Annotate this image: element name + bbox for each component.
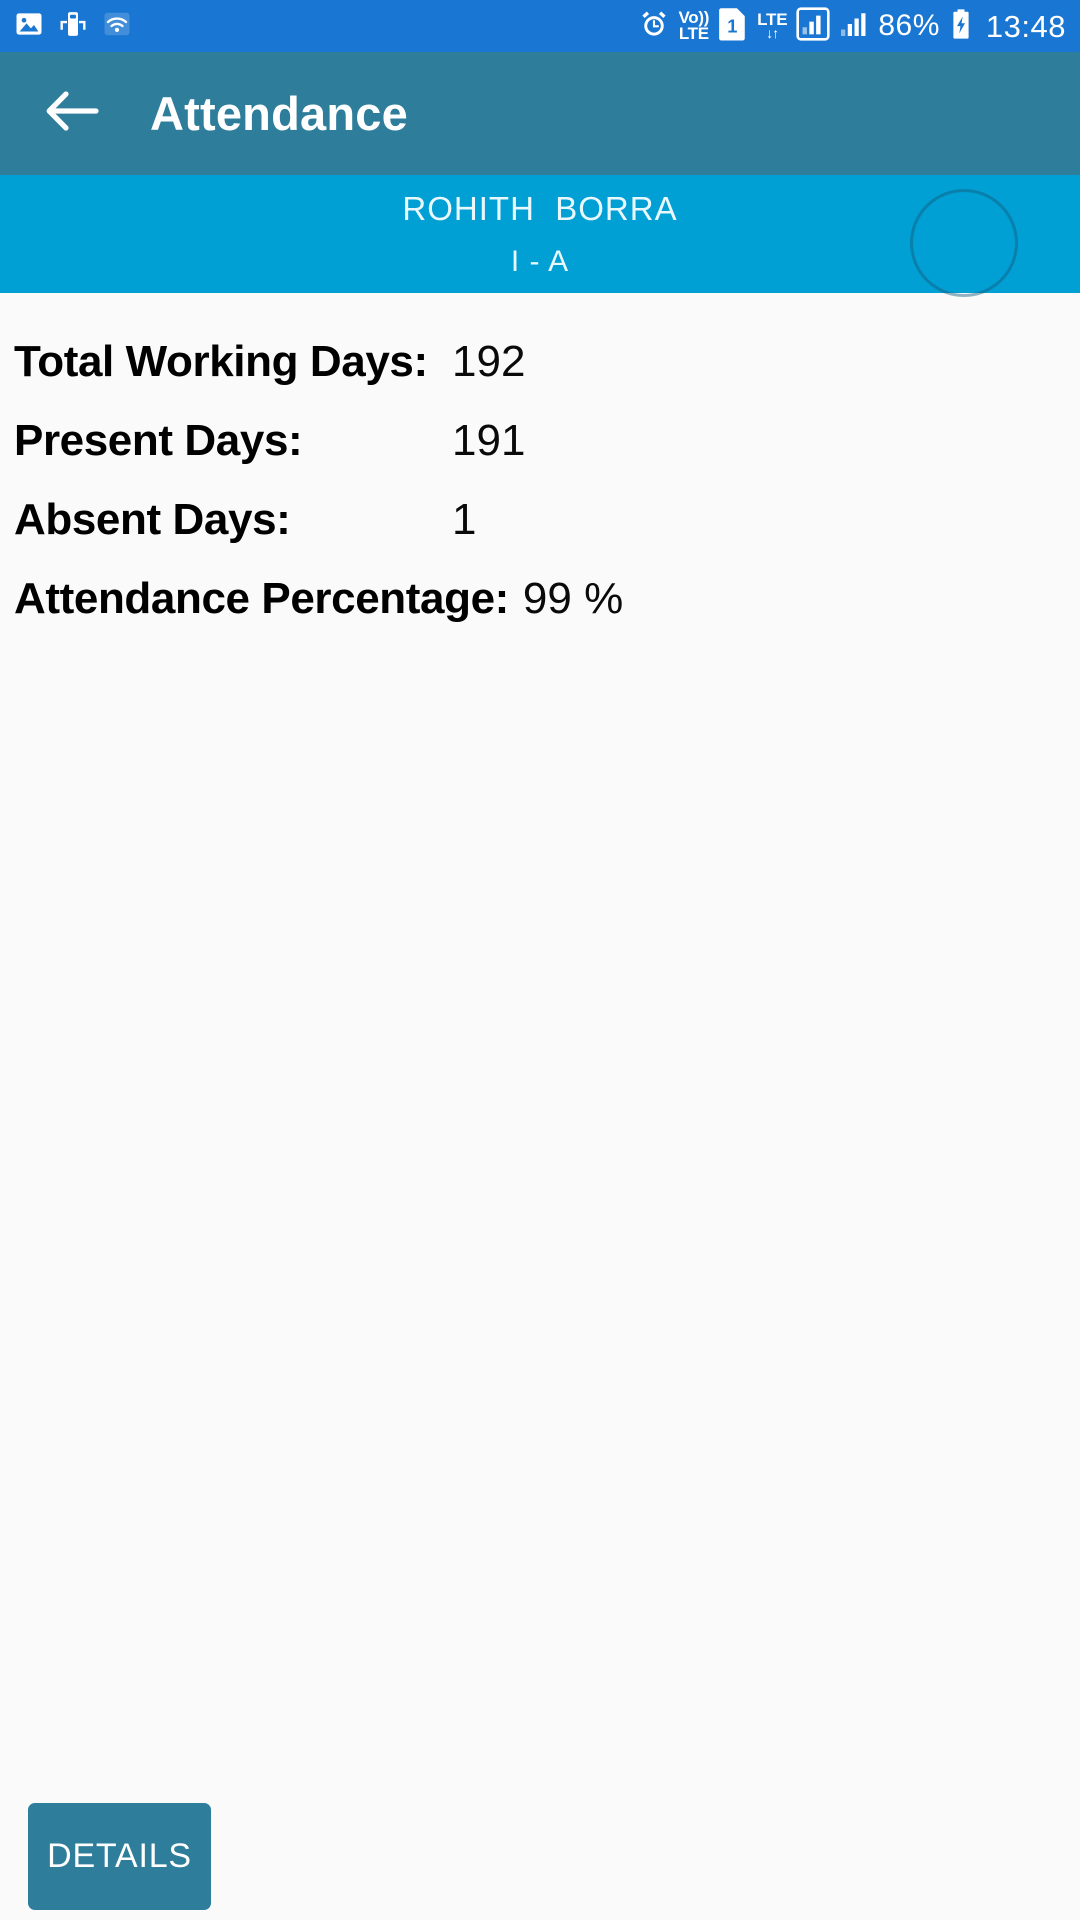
svg-text:1: 1 [727,15,737,36]
cast-device-icon [58,9,88,44]
details-button[interactable]: DETAILS [28,1803,211,1910]
signal-boxed-icon [796,6,830,46]
attendance-row-absent-days: Absent Days: 1 [0,495,1080,574]
app-bar: Attendance [0,52,1080,175]
row-label: Present Days: [14,416,303,465]
student-banner: ROHITH BORRA I - A [0,175,1080,297]
row-label: Absent Days: [14,495,291,544]
row-value: 1 [452,495,477,544]
row-value: 191 [452,416,526,465]
alarm-icon [638,8,670,45]
attendance-row-present-days: Present Days: 191 [0,416,1080,495]
attendance-row-attendance-percentage: Attendance Percentage: 99 % [0,574,1080,653]
attendance-summary: Total Working Days: 192 Present Days: 19… [0,293,1080,653]
wifi-icon [102,9,132,44]
back-arrow-icon [44,90,100,137]
status-bar-clock: 13:48 [985,8,1066,44]
row-label: Attendance Percentage: [14,574,509,623]
signal-bars-icon [839,9,869,44]
row-label: Total Working Days: [14,337,428,386]
sim-1-icon: 1 [718,7,748,46]
battery-charging-icon [949,8,973,45]
page-title: Attendance [150,87,408,140]
battery-percent-label: 86% [878,9,940,42]
row-value: 192 [452,337,526,386]
student-class: I - A [510,244,570,278]
image-icon [14,9,44,44]
attendance-row-total-working-days: Total Working Days: 192 [0,337,1080,416]
row-value: 99 % [522,574,624,623]
status-bar-right-icons: Vo)) LTE 1 LTE ↓↑ 86% 13:48 [638,6,1066,46]
status-bar: Vo)) LTE 1 LTE ↓↑ 86% 13:48 [0,0,1080,52]
status-bar-left-icons [14,9,132,44]
back-button[interactable] [24,66,120,162]
avatar-placeholder[interactable] [910,189,1018,297]
lte-data-icon: LTE ↓↑ [757,10,788,42]
student-name: ROHITH BORRA [402,189,678,227]
volte-icon: Vo)) LTE [678,8,710,43]
phone-screen: Vo)) LTE 1 LTE ↓↑ 86% 13:48 Attendance R… [0,0,1080,1920]
